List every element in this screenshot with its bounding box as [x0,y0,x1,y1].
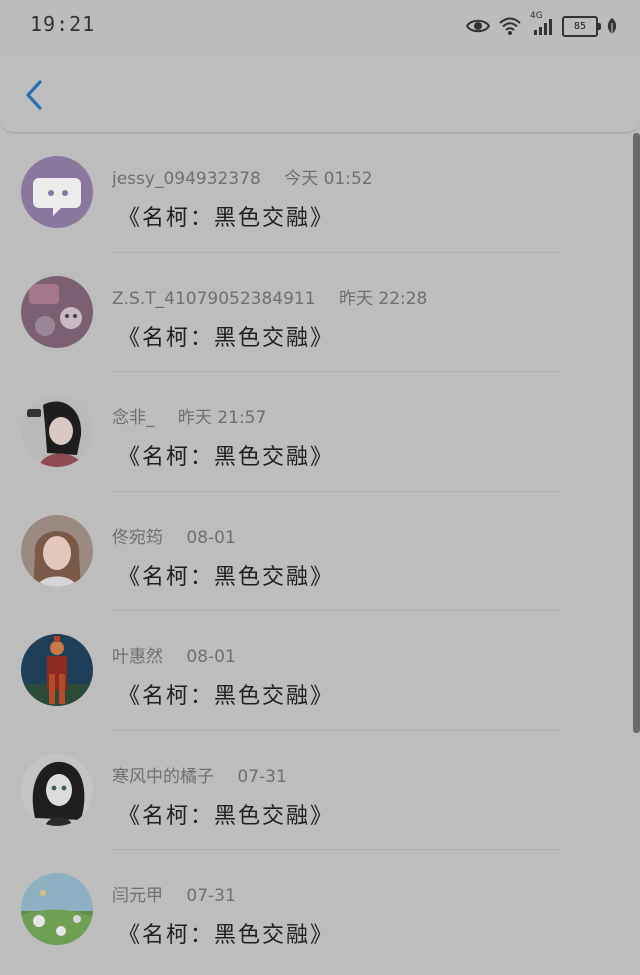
item-title[interactable]: 《名柯：黑色交融》 [118,439,334,471]
timestamp: 08-01 [186,527,236,548]
item-title[interactable]: 《名柯：黑色交融》 [118,917,334,949]
item-meta: 念非_ 昨天 21:57 [112,403,266,428]
timestamp: 昨天 21:57 [177,408,267,428]
chevron-left-icon [26,80,42,110]
wifi-icon [498,16,522,36]
user-name[interactable]: jessy_094932378 [112,169,261,189]
timestamp: 今天 01:52 [284,169,373,189]
list-item[interactable]: 寒风中的橘子 07-31 《名柯：黑色交融》 [0,731,630,850]
back-button[interactable] [20,78,50,112]
item-title[interactable]: 《名柯：黑色交融》 [118,200,334,232]
header-bar [0,52,640,133]
item-title[interactable]: 《名柯：黑色交融》 [118,678,334,710]
scrollbar[interactable] [633,133,640,733]
avatar[interactable] [21,873,93,945]
item-meta: Z.S.T_41079052384911 昨天 22:28 [112,284,427,309]
item-meta: 寒风中的橘子 07-31 [112,762,287,787]
avatar[interactable] [21,514,93,587]
network-type: 4G [530,11,543,21]
user-name[interactable]: 念非_ [112,408,155,428]
list-item[interactable]: Z.S.T_41079052384911 昨天 22:28 《名柯：黑色交融》 [0,253,630,372]
timestamp: 07-31 [186,886,236,906]
timestamp: 08-01 [186,647,236,667]
timestamp: 昨天 22:28 [338,288,428,309]
list-item[interactable]: 叶惠然 08-01 《名柯：黑色交融》 [0,611,630,731]
item-title[interactable]: 《名柯：黑色交融》 [118,320,334,352]
item-meta: 佟宛筠 08-01 [112,523,236,548]
list-item[interactable]: 闫元甲 07-31 《名柯：黑色交融》 [0,850,630,970]
user-name[interactable]: 寒风中的橘子 [112,767,214,787]
user-name[interactable]: 叶惠然 [112,647,163,667]
status-bar: 19:21 4G 85 [0,0,640,52]
user-name[interactable]: 佟宛筠 [112,528,163,548]
list-item[interactable]: jessy_094932378 今天 01:52 《名柯：黑色交融》 [0,133,630,253]
status-time: 19:21 [30,12,96,36]
status-icons: 4G 85 [466,11,618,40]
eye-icon [466,17,490,35]
item-title[interactable]: 《名柯：黑色交融》 [118,798,334,830]
item-meta: jessy_094932378 今天 01:52 [112,164,373,189]
list-item[interactable]: 念非_ 昨天 21:57 《名柯：黑色交融》 [0,372,630,492]
comment-list: jessy_094932378 今天 01:52 《名柯：黑色交融》 Z.S.T… [0,133,630,970]
user-name[interactable]: 闫元甲 [112,886,163,906]
avatar[interactable] [21,275,93,348]
item-meta: 叶惠然 08-01 [112,642,236,667]
item-meta: 闫元甲 07-31 [112,881,236,906]
battery-icon: 85 [562,15,601,37]
avatar[interactable] [21,156,93,228]
avatar[interactable] [21,634,93,706]
list-item[interactable]: 佟宛筠 08-01 《名柯：黑色交融》 [0,492,630,611]
leaf-icon [606,17,618,35]
avatar[interactable] [21,753,93,826]
item-title[interactable]: 《名柯：黑色交融》 [118,559,334,591]
avatar[interactable] [21,395,93,467]
cellular-signal-icon: 4G [530,11,554,36]
user-name[interactable]: Z.S.T_41079052384911 [112,289,316,309]
timestamp: 07-31 [237,766,287,787]
